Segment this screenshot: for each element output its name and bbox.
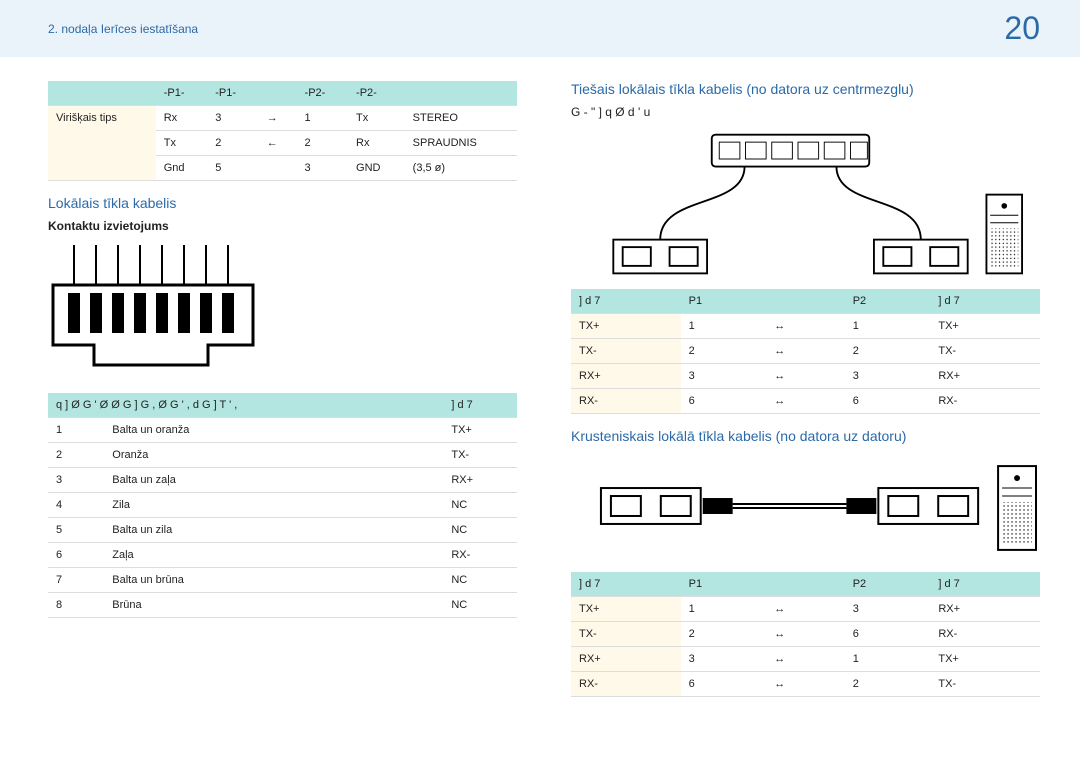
breadcrumb: 2. nodaļa Ierīces iestatīšana: [48, 22, 198, 36]
hub-diagram: [571, 129, 1040, 279]
th: [259, 81, 297, 106]
th: [405, 81, 517, 106]
straight-cable-table: ] d 7 P1 P2 ] d 7 TX+1↔1TX+ TX-2↔2TX- RX…: [571, 289, 1040, 414]
cross-diagram: [571, 452, 1040, 562]
right-column: Tiešais lokālais tīkla kabelis (no dator…: [571, 81, 1040, 711]
note-text: G - " ] q Ø d ' u: [571, 105, 1040, 119]
th: ] d 7: [443, 393, 517, 418]
page-content: -P1- -P1- -P2- -P2- Virišķais tips Rx 3 …: [0, 57, 1080, 735]
page-header: 2. nodaļa Ierīces iestatīšana 20: [0, 0, 1080, 57]
left-column: -P1- -P1- -P2- -P2- Virišķais tips Rx 3 …: [48, 81, 517, 711]
section-title-cross: Krusteniskais lokālā tīkla kabelis (no d…: [571, 428, 1040, 444]
cross-cable-table: ] d 7 P1 P2 ] d 7 TX+1↔3RX+ TX-2↔6RX- RX…: [571, 572, 1040, 697]
side-label: Virišķais tips: [48, 106, 156, 181]
th: q ] Ø G ' Ø Ø G ] G , Ø G ' , d G ] T ' …: [48, 393, 443, 418]
th: -P2-: [297, 81, 349, 106]
pin-map-table: -P1- -P1- -P2- -P2- Virišķais tips Rx 3 …: [48, 81, 517, 181]
th: -P1-: [156, 81, 208, 106]
sub-title-pin-layout: Kontaktu izvietojums: [48, 219, 517, 233]
section-title-straight: Tiešais lokālais tīkla kabelis (no dator…: [571, 81, 1040, 97]
section-title-lan-cable: Lokālais tīkla kabelis: [48, 195, 517, 211]
pin-color-table: q ] Ø G ' Ø Ø G ] G , Ø G ' , d G ] T ' …: [48, 393, 517, 618]
th: -P1-: [207, 81, 259, 106]
page-number: 20: [1004, 10, 1040, 47]
rj45-diagram: [48, 245, 278, 375]
th: -P2-: [348, 81, 405, 106]
